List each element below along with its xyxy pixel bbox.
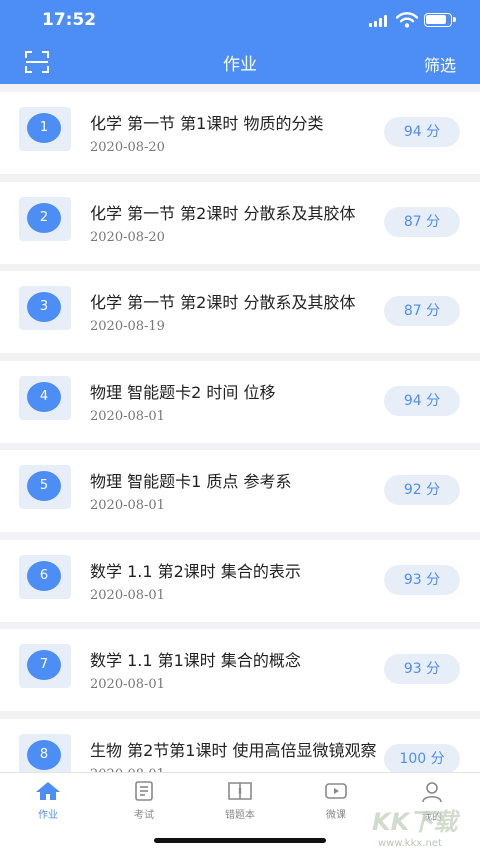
wifi-icon — [396, 12, 418, 28]
filter-button[interactable]: 筛选 — [424, 52, 456, 76]
homework-item[interactable]: 4 物理 智能题卡2 时间 位移 2020-08-01 94 分 — [0, 361, 480, 443]
score-badge: 92 分 — [384, 475, 460, 505]
index-badge: 7 — [19, 644, 71, 688]
homework-item[interactable]: 8 生物 第2节第1课时 使用高倍显微镜观察 2020-08-01 100 分 — [0, 719, 480, 772]
homework-item[interactable]: 5 物理 智能题卡1 质点 参考系 2020-08-01 92 分 — [0, 450, 480, 532]
tab-label: 考试 — [134, 810, 154, 821]
homework-title: 生物 第2节第1课时 使用高倍显微镜观察 — [90, 741, 377, 760]
homework-title: 物理 智能题卡2 时间 位移 — [90, 383, 276, 402]
app-header: 17:52 作业 筛选 — [0, 0, 480, 84]
homework-date: 2020-08-19 — [90, 319, 165, 334]
home-indicator — [154, 838, 326, 843]
score-badge: 87 分 — [384, 207, 460, 237]
homework-date: 2020-08-01 — [90, 409, 165, 424]
homework-title: 化学 第一节 第1课时 物质的分类 — [90, 114, 324, 133]
status-bar: 17:52 — [0, 0, 480, 42]
watermark-logo: KK下载 — [372, 808, 458, 836]
tab-label: 错题本 — [225, 810, 255, 821]
index-badge: 4 — [19, 376, 71, 420]
homework-title: 数学 1.1 第2课时 集合的表示 — [90, 562, 301, 581]
tab-homework[interactable]: 作业 — [16, 781, 80, 825]
tab-microcourse[interactable]: 微课 — [304, 781, 368, 825]
homework-title: 化学 第一节 第2课时 分散系及其胶体 — [90, 293, 356, 312]
index-badge: 5 — [19, 465, 71, 509]
score-badge: 87 分 — [384, 296, 460, 326]
homework-item[interactable]: 1 化学 第一节 第1课时 物质的分类 2020-08-20 94 分 — [0, 92, 480, 174]
status-time: 17:52 — [42, 10, 97, 30]
cellular-signal-icon — [369, 15, 389, 27]
index-number: 6 — [27, 561, 61, 591]
homework-date: 2020-08-01 — [90, 588, 165, 603]
page-title: 作业 — [223, 55, 257, 75]
index-number: 2 — [27, 203, 61, 233]
exam-icon — [135, 781, 153, 801]
tab-exam[interactable]: 考试 — [112, 781, 176, 825]
index-number: 4 — [27, 382, 61, 412]
index-number: 5 — [27, 471, 61, 501]
homework-item[interactable]: 3 化学 第一节 第2课时 分散系及其胶体 2020-08-19 87 分 — [0, 271, 480, 353]
index-number: 1 — [27, 113, 61, 143]
index-number: 7 — [27, 650, 61, 680]
homework-date: 2020-08-01 — [90, 498, 165, 513]
homework-item[interactable]: 2 化学 第一节 第2课时 分散系及其胶体 2020-08-20 87 分 — [0, 182, 480, 264]
score-badge: 94 分 — [384, 386, 460, 416]
score-badge: 100 分 — [384, 744, 460, 772]
book-icon — [228, 782, 252, 800]
nav-bar: 作业 筛选 — [0, 42, 480, 84]
homework-title: 物理 智能题卡1 质点 参考系 — [90, 472, 292, 491]
index-badge: 1 — [19, 107, 71, 151]
score-badge: 93 分 — [384, 565, 460, 595]
homework-date: 2020-08-20 — [90, 230, 165, 245]
index-number: 8 — [27, 740, 61, 770]
tab-label: 微课 — [326, 810, 346, 821]
homework-title: 数学 1.1 第1课时 集合的概念 — [90, 651, 301, 670]
index-badge: 6 — [19, 555, 71, 599]
index-badge: 8 — [19, 734, 71, 772]
homework-list: 1 化学 第一节 第1课时 物质的分类 2020-08-20 94 分 2 化学… — [0, 84, 480, 772]
index-number: 3 — [27, 292, 61, 322]
score-badge: 94 分 — [384, 117, 460, 147]
home-icon — [36, 782, 60, 800]
homework-item[interactable]: 7 数学 1.1 第1课时 集合的概念 2020-08-01 93 分 — [0, 629, 480, 711]
video-icon — [325, 783, 347, 799]
battery-icon — [424, 13, 456, 27]
homework-title: 化学 第一节 第2课时 分散系及其胶体 — [90, 204, 356, 223]
person-icon — [422, 782, 442, 803]
watermark-url: www.kkx.net — [378, 838, 442, 849]
homework-item[interactable]: 6 数学 1.1 第2课时 集合的表示 2020-08-01 93 分 — [0, 540, 480, 622]
homework-date: 2020-08-20 — [90, 140, 165, 155]
homework-date: 2020-08-01 — [90, 677, 165, 692]
index-badge: 2 — [19, 197, 71, 241]
tab-mistakes[interactable]: 错题本 — [208, 781, 272, 825]
score-badge: 93 分 — [384, 654, 460, 684]
index-badge: 3 — [19, 286, 71, 330]
tab-label: 作业 — [38, 810, 58, 821]
